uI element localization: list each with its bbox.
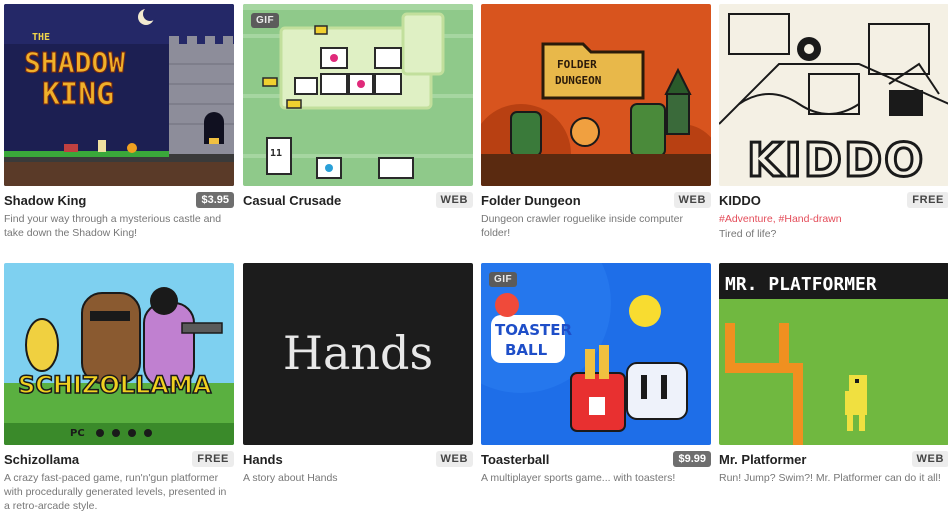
game-description: A crazy fast-paced game, run'n'gun platf… — [4, 472, 227, 512]
kiddo-cover-art: KIDDO — [719, 4, 948, 186]
game-description: A story about Hands — [243, 472, 338, 484]
mr-platformer-cover-art: MR. PLATFORMER — [719, 263, 948, 445]
game-thumbnail[interactable]: MR. PLATFORMER — [719, 263, 948, 445]
gif-badge: GIF — [251, 13, 280, 28]
svg-text:THE: THE — [32, 32, 50, 43]
game-description: Run! Jump? Swim?! Mr. Platformer can do … — [719, 472, 941, 484]
svg-text:DUNGEON: DUNGEON — [555, 74, 601, 87]
game-description: Tired of life? — [719, 228, 777, 240]
toasterball-cover-art: TOASTER BALL — [481, 263, 711, 445]
game-thumbnail[interactable]: SCHIZOLLAMA PC — [4, 263, 234, 445]
folder-dungeon-cover-art: FOLDER DUNGEON — [481, 4, 711, 186]
svg-text:TOASTER: TOASTER — [495, 321, 572, 339]
svg-text:PC: PC — [70, 428, 85, 439]
game-card[interactable]: SCHIZOLLAMA PC Schizollama FREE A crazy … — [4, 263, 234, 513]
game-description: Find your way through a mysterious castl… — [4, 213, 222, 239]
game-thumbnail[interactable]: Hands — [243, 263, 473, 445]
svg-text:FOLDER: FOLDER — [557, 58, 597, 71]
game-title[interactable]: Shadow King — [4, 193, 86, 208]
game-title[interactable]: Hands — [243, 452, 283, 467]
free-badge: FREE — [907, 192, 948, 208]
casual-crusade-cover-art: 11 — [243, 4, 473, 186]
game-thumbnail[interactable]: FOLDER DUNGEON — [481, 4, 711, 186]
game-tags[interactable]: #Adventure, #Hand-drawn — [719, 212, 948, 226]
gif-badge: GIF — [489, 272, 518, 287]
price-badge: $3.95 — [196, 192, 234, 208]
web-badge: WEB — [435, 192, 473, 208]
game-thumbnail[interactable]: 11 GIF — [243, 4, 473, 186]
game-title[interactable]: Casual Crusade — [243, 193, 341, 208]
svg-text:KIDDO: KIDDO — [747, 133, 925, 186]
web-badge: WEB — [911, 451, 948, 467]
game-title[interactable]: Folder Dungeon — [481, 193, 581, 208]
game-card[interactable]: THE SHADOW KING Shadow King $3.95 Find y… — [4, 4, 234, 240]
free-badge: FREE — [192, 451, 234, 467]
svg-text:11: 11 — [270, 148, 282, 159]
game-card[interactable]: 11 GIF Casual Crusade WEB — [243, 4, 473, 211]
game-card[interactable]: Hands Hands WEB A story about Hands — [243, 263, 473, 485]
game-title[interactable]: Schizollama — [4, 452, 79, 467]
shadow-king-cover-art: THE SHADOW KING — [4, 4, 234, 186]
schizollama-cover-art: SCHIZOLLAMA PC — [4, 263, 234, 445]
hands-cover-art: Hands — [243, 263, 473, 445]
svg-text:BALL: BALL — [505, 341, 548, 359]
game-thumbnail[interactable]: KIDDO — [719, 4, 948, 186]
game-card[interactable]: FOLDER DUNGEON Folder Dungeon WEB Dungeo… — [481, 4, 711, 240]
game-card[interactable]: MR. PLATFORMER Mr. Platformer WEB Run! J… — [719, 263, 948, 485]
web-badge: WEB — [435, 451, 473, 467]
svg-text:Hands: Hands — [283, 326, 433, 380]
game-thumbnail[interactable]: THE SHADOW KING — [4, 4, 234, 186]
web-badge: WEB — [673, 192, 711, 208]
price-badge: $9.99 — [673, 451, 711, 467]
svg-text:SCHIZOLLAMA: SCHIZOLLAMA — [18, 371, 212, 399]
game-description: A multiplayer sports game... with toaste… — [481, 472, 676, 484]
game-description: Dungeon crawler roguelike inside compute… — [481, 213, 683, 239]
game-card[interactable]: KIDDO KIDDO FREE #Adventure, #Hand-drawn… — [719, 4, 948, 241]
svg-text:SHADOW: SHADOW — [24, 46, 125, 79]
game-title[interactable]: Mr. Platformer — [719, 452, 806, 467]
game-title[interactable]: KIDDO — [719, 193, 761, 208]
game-thumbnail[interactable]: TOASTER BALL GIF — [481, 263, 711, 445]
game-card[interactable]: TOASTER BALL GIF Toasterball $9.99 A mul… — [481, 263, 711, 485]
svg-text:MR. PLATFORMER: MR. PLATFORMER — [725, 274, 877, 295]
game-title[interactable]: Toasterball — [481, 452, 549, 467]
svg-text:KING: KING — [42, 77, 114, 112]
